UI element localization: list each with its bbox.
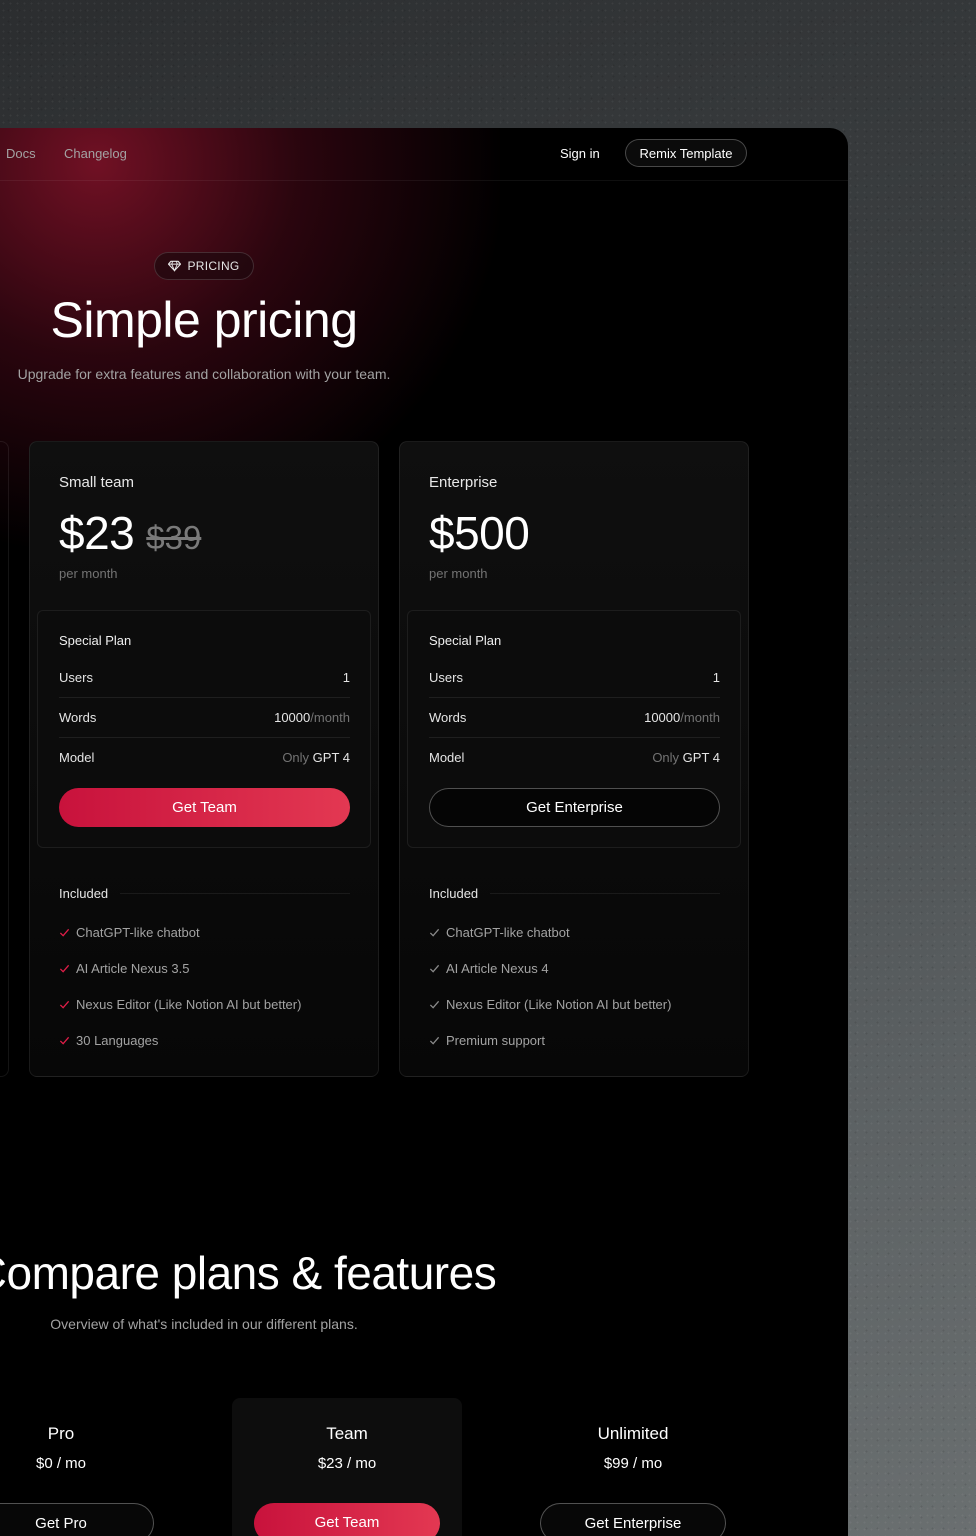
compare-subtitle: Overview of what's included in our diffe… [50,1316,358,1332]
compare-get-enterprise-button[interactable]: Get Enterprise [540,1503,726,1536]
compare-get-team-button[interactable]: Get Team [254,1503,440,1536]
compare-plan-price: $0 / mo [35,1455,87,1472]
compare-plan-price: $23 / mo [317,1455,377,1472]
compare-plan-name: Team [326,1424,368,1443]
compare-title: Compare plans & features [0,1247,497,1299]
compare-plan-name: Unlimited [597,1424,669,1443]
compare-section: Compare plans & features Overview of wha… [0,128,848,1536]
compare-plan-unlimited: Unlimited $99 / mo Get Enterprise [518,1398,748,1536]
get-pro-button[interactable]: Get Pro [0,1503,154,1536]
compare-plan-name: Pro [47,1424,75,1443]
browser-window: Docs Changelog Sign in Remix Template PR… [0,128,848,1536]
compare-plan-team: Team $23 / mo Get Team [232,1398,462,1536]
compare-plan-pro: Pro $0 / mo Get Pro [0,1398,176,1536]
compare-plan-price: $99 / mo [603,1455,663,1472]
